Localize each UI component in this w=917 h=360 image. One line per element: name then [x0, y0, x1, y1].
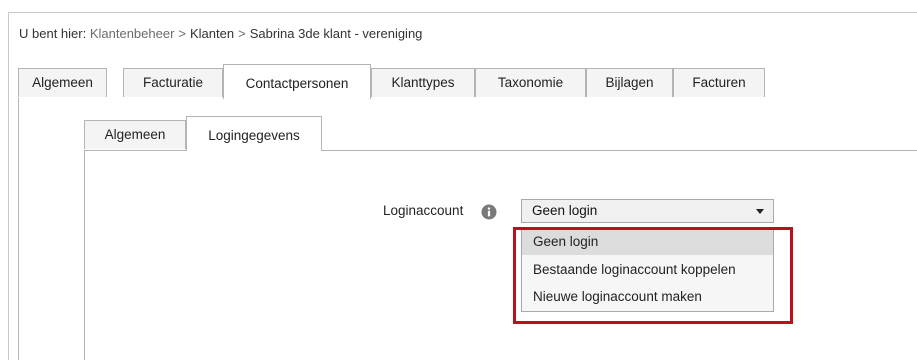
- tab-taxonomie[interactable]: Taxonomie: [475, 68, 586, 97]
- breadcrumb-item-klantenbeheer[interactable]: Klantenbeheer: [90, 26, 175, 41]
- tab-facturen[interactable]: Facturen: [673, 68, 765, 97]
- tab-facturatie[interactable]: Facturatie: [123, 68, 223, 97]
- loginaccount-selected-value: Geen login: [532, 203, 598, 218]
- tab-algemeen[interactable]: Algemeen: [18, 68, 107, 97]
- breadcrumb-separator: >: [178, 26, 186, 41]
- option-bestaande-loginaccount-koppelen[interactable]: Bestaande loginaccount koppelen: [522, 257, 773, 283]
- sub-tab-bar: Algemeen Logingegevens: [84, 116, 917, 151]
- logingegevens-panel: [84, 150, 917, 360]
- breadcrumb-prefix: U bent hier:: [19, 26, 87, 41]
- main-tab-bar: Algemeen Facturatie Contactpersonen Klan…: [18, 64, 917, 99]
- subtab-algemeen[interactable]: Algemeen: [84, 120, 186, 149]
- breadcrumb-separator: >: [238, 26, 246, 41]
- breadcrumb-item-current: Sabrina 3de klant - vereniging: [249, 26, 423, 41]
- tab-contactpersonen[interactable]: Contactpersonen: [223, 64, 371, 99]
- info-circle-icon[interactable]: [481, 204, 497, 220]
- breadcrumb-item-klanten[interactable]: Klanten: [190, 26, 234, 41]
- option-nieuwe-loginaccount-maken[interactable]: Nieuwe loginaccount maken: [522, 284, 773, 310]
- tab-klanttypes[interactable]: Klanttypes: [371, 68, 475, 97]
- tab-bijlagen[interactable]: Bijlagen: [586, 68, 673, 97]
- option-geen-login[interactable]: Geen login: [522, 229, 773, 255]
- subtab-logingegevens[interactable]: Logingegevens: [186, 116, 322, 151]
- loginaccount-select[interactable]: Geen login: [521, 199, 774, 223]
- loginaccount-dropdown-list: Geen login Bestaande loginaccount koppel…: [521, 228, 774, 312]
- loginaccount-label: Loginaccount: [383, 203, 464, 218]
- chevron-down-icon: [756, 209, 764, 214]
- breadcrumb: U bent hier: Klantenbeheer > Klanten > Sabri…: [19, 26, 422, 41]
